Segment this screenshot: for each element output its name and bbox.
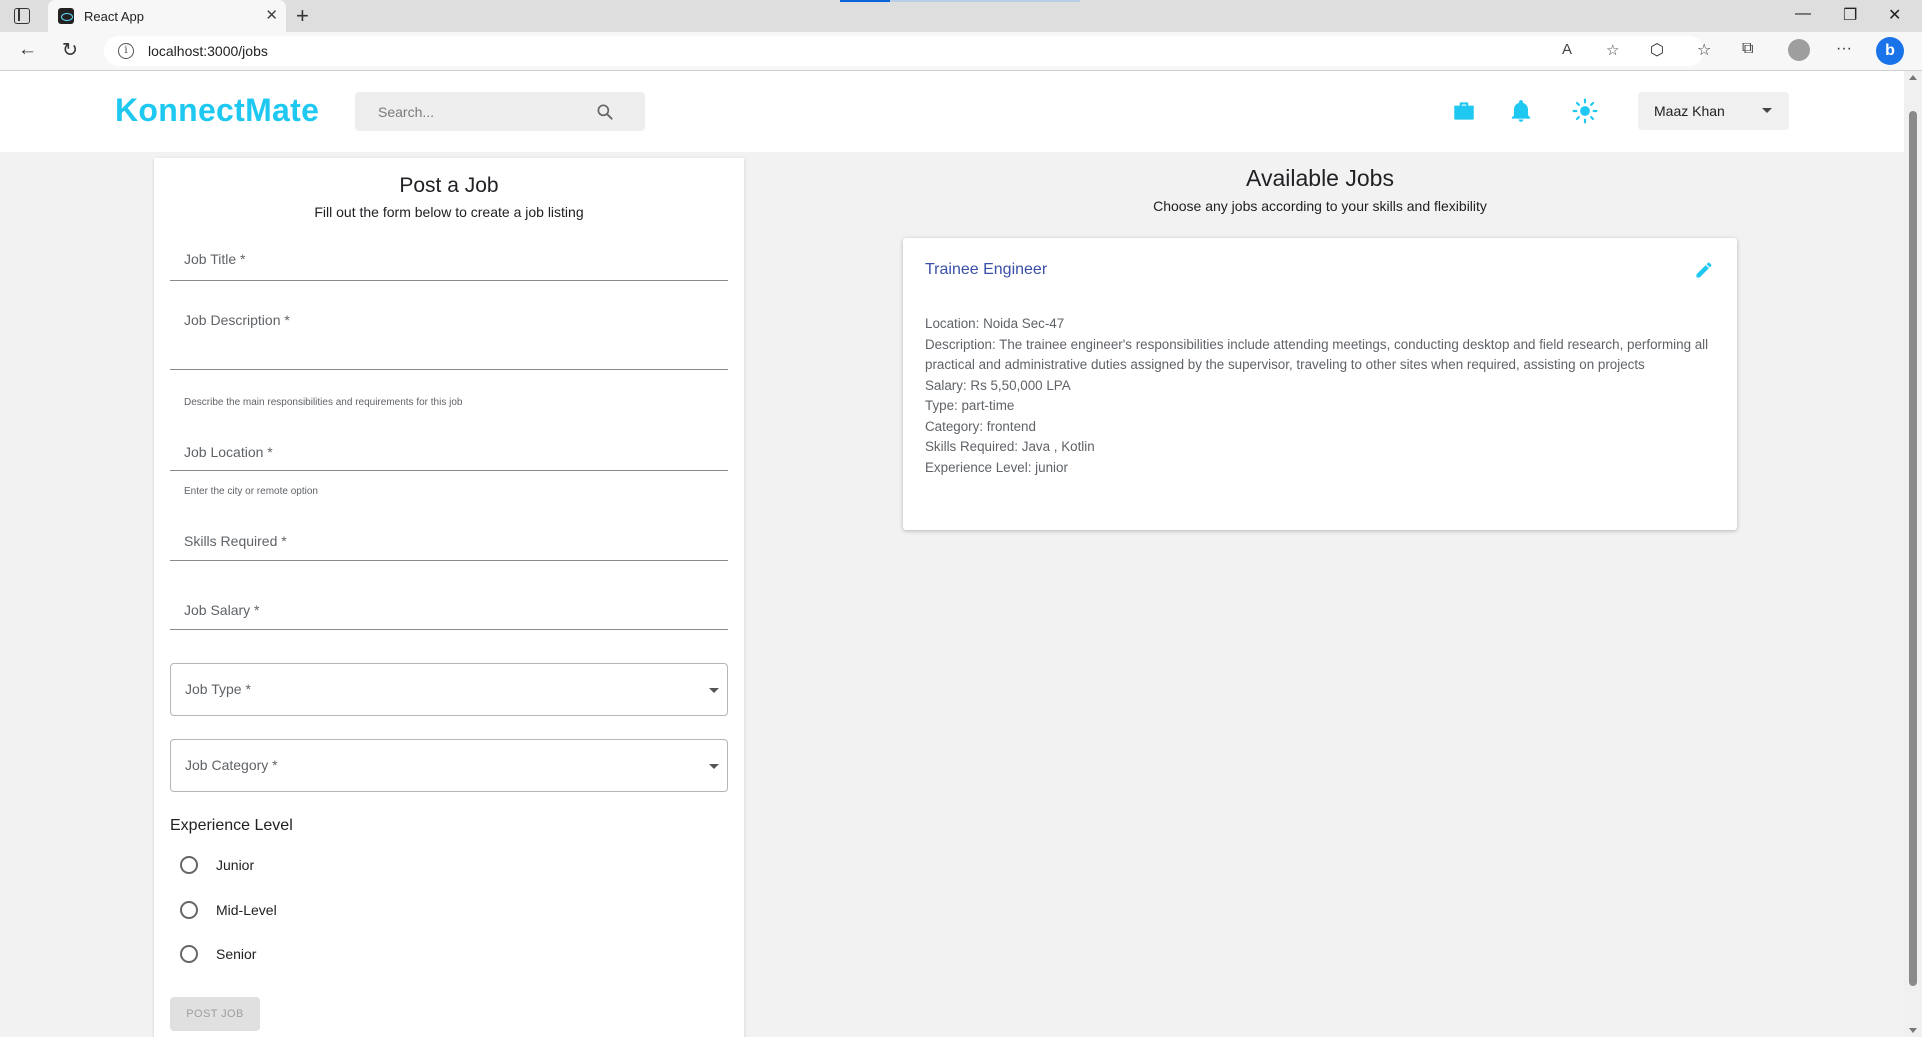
form-subtitle: Fill out the form below to create a job …: [314, 204, 584, 220]
briefcase-icon[interactable]: [1451, 98, 1477, 124]
job-card: Trainee Engineer Location: Noida Sec-47 …: [903, 238, 1737, 530]
radio-circle[interactable]: [180, 856, 198, 874]
search-input[interactable]: [355, 92, 595, 131]
url-text[interactable]: localhost:3000/jobs: [148, 43, 268, 59]
collections-icon[interactable]: ⧉: [1742, 40, 1753, 58]
job-type-select[interactable]: Job Type *: [170, 663, 728, 716]
more-menu-icon[interactable]: ···: [1836, 40, 1852, 58]
job-category: Category: frontend: [925, 418, 1036, 434]
new-tab-icon[interactable]: +: [296, 3, 309, 29]
browser-tab[interactable]: React App ✕: [48, 0, 286, 32]
post-job-button[interactable]: POST JOB: [170, 997, 260, 1031]
job-category-label: Job Category *: [185, 757, 278, 773]
radio-circle[interactable]: [180, 901, 198, 919]
read-aloud-icon[interactable]: A: [1562, 41, 1572, 58]
scroll-thumb[interactable]: [1909, 111, 1917, 986]
form-title: Post a Job: [399, 174, 499, 197]
job-location: Location: Noida Sec-47: [925, 316, 1065, 331]
chevron-down-icon: [1762, 108, 1772, 113]
browser-tab-bar: React App ✕ + — ❐ ✕: [0, 0, 1922, 32]
user-menu-button[interactable]: Maaz Khan: [1638, 92, 1789, 130]
job-location-field[interactable]: Job Location *: [170, 434, 728, 471]
loading-track: [890, 0, 1080, 2]
app-header: KonnectMate Maaz Khan: [0, 71, 1904, 152]
extensions-icon[interactable]: ⬡: [1650, 40, 1664, 60]
scroll-down-arrow-icon[interactable]: [1909, 1028, 1917, 1033]
tab-close-icon[interactable]: ✕: [265, 6, 278, 24]
job-description: Description: The trainee engineer's resp…: [925, 336, 1709, 373]
job-location-label: Job Location *: [184, 444, 273, 460]
job-location-helper: Enter the city or remote option: [184, 486, 318, 497]
job-skills: Skills Required: Java , Kotlin: [925, 439, 1095, 454]
chevron-down-icon: [709, 688, 719, 693]
job-title-field[interactable]: Job Title *: [170, 244, 728, 281]
radio-label: Senior: [216, 946, 257, 962]
radio-circle[interactable]: [180, 945, 198, 963]
job-type: Type: part-time: [925, 398, 1015, 413]
theme-toggle-sun-icon[interactable]: [1572, 98, 1598, 124]
search-icon[interactable]: [595, 102, 615, 122]
edit-pencil-icon[interactable]: [1694, 260, 1714, 280]
site-info-icon[interactable]: i: [118, 43, 134, 59]
skills-required-field[interactable]: Skills Required *: [170, 523, 728, 561]
job-details: Location: Noida Sec-47 Description: The …: [925, 314, 1715, 478]
job-category-select[interactable]: Job Category *: [170, 739, 728, 792]
minimize-icon[interactable]: —: [1795, 5, 1811, 23]
restore-icon[interactable]: ❐: [1843, 5, 1857, 25]
job-title-label: Job Title *: [184, 251, 246, 267]
job-salary-field[interactable]: Job Salary *: [170, 592, 728, 630]
experience-level-title: Experience Level: [170, 817, 293, 834]
post-job-form: Post a Job Fill out the form below to cr…: [154, 158, 744, 1037]
back-icon[interactable]: ←: [18, 39, 37, 61]
bing-copilot-icon[interactable]: b: [1876, 37, 1904, 65]
react-favicon-icon: [58, 8, 74, 24]
job-description-helper: Describe the main responsibilities and r…: [184, 397, 463, 408]
favorites-icon[interactable]: ☆: [1697, 40, 1711, 60]
job-description-field[interactable]: Job Description *: [170, 303, 728, 370]
url-field[interactable]: i localhost:3000/jobs A ☆: [104, 36, 1704, 66]
address-bar: ← ↻ i localhost:3000/jobs A ☆ ⬡ ☆ ⧉ ··· …: [0, 32, 1922, 71]
search-box: [355, 92, 645, 131]
refresh-icon[interactable]: ↻: [62, 39, 78, 62]
radio-label: Junior: [216, 857, 255, 873]
tab-actions-icon[interactable]: [14, 8, 30, 24]
radio-label: Mid-Level: [216, 902, 277, 918]
job-card-title[interactable]: Trainee Engineer: [925, 261, 1047, 279]
page-scrollbar[interactable]: [1904, 71, 1922, 1037]
user-name: Maaz Khan: [1654, 103, 1725, 119]
skills-required-label: Skills Required *: [184, 533, 287, 549]
window-close-icon[interactable]: ✕: [1888, 5, 1901, 25]
add-favorite-icon[interactable]: ☆: [1606, 41, 1619, 59]
loading-indicator: [840, 0, 890, 2]
job-experience: Experience Level: junior: [925, 459, 1068, 475]
available-jobs-title: Available Jobs: [1246, 165, 1394, 191]
notifications-bell-icon[interactable]: [1508, 98, 1534, 124]
job-type-label: Job Type *: [185, 681, 251, 697]
job-salary-label: Job Salary *: [184, 602, 260, 618]
brand-logo[interactable]: KonnectMate: [115, 92, 319, 129]
job-description-label: Job Description *: [184, 312, 290, 328]
profile-icon[interactable]: [1788, 39, 1810, 61]
chevron-down-icon: [709, 764, 719, 769]
scroll-up-arrow-icon[interactable]: [1909, 75, 1917, 80]
tab-title: React App: [84, 9, 144, 24]
available-jobs-subtitle: Choose any jobs according to your skills…: [1153, 198, 1487, 214]
job-salary: Salary: Rs 5,50,000 LPA: [925, 377, 1071, 393]
